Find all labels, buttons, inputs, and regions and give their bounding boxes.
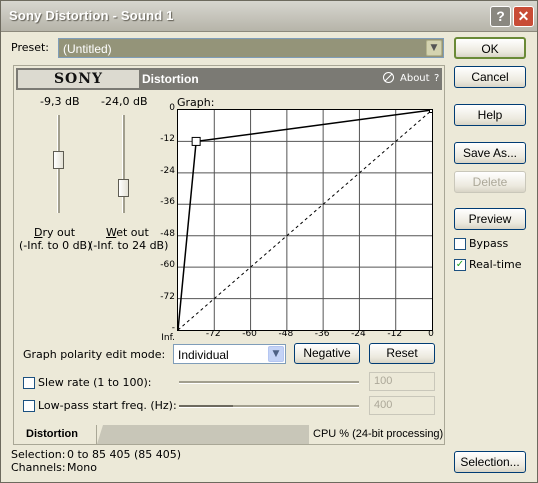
identity-diagonal: [177, 109, 433, 331]
dialog-window: Sony Distortion - Sound 1 ? ✕ Preset: (U…: [0, 0, 538, 483]
lowpass-slider-fill: [179, 405, 233, 407]
lowpass-label: Low-pass start freq. (Hz):: [38, 399, 177, 412]
realtime-label: Real-time: [469, 258, 522, 271]
tab-strip-fill: [97, 425, 309, 444]
preset-value: (Untitled): [63, 42, 112, 56]
selection-value: 0 to 85 405 (85 405): [67, 448, 182, 461]
slew-rate-checkbox[interactable]: [23, 377, 35, 389]
polarity-label: Graph polarity edit mode:: [23, 348, 166, 361]
tab-distortion[interactable]: Distortion: [13, 425, 97, 445]
about-link[interactable]: About: [400, 73, 430, 84]
selection-button[interactable]: Selection...: [454, 451, 526, 473]
negative-button[interactable]: Negative: [294, 343, 360, 364]
y-tick-label: -36: [160, 197, 175, 208]
wet-out-label: Wet out: [106, 226, 149, 239]
bypass-label: Bypass: [469, 237, 509, 250]
preset-dropdown[interactable]: (Untitled) ▼: [58, 38, 444, 58]
polarity-combo[interactable]: Individual ▼: [173, 344, 286, 364]
dry-out-range: (-Inf. to 0 dB): [19, 239, 92, 252]
y-tick-label: -72: [160, 291, 175, 302]
dry-out-slider-thumb[interactable]: [53, 151, 64, 169]
wet-out-slider-thumb[interactable]: [118, 179, 129, 197]
sony-logo: SONY: [18, 70, 139, 88]
preview-button[interactable]: Preview: [454, 208, 526, 230]
y-tick-label: -48: [160, 228, 175, 239]
selection-label: Selection:: [11, 448, 66, 461]
title-bar[interactable]: Sony Distortion - Sound 1 ? ✕: [1, 1, 537, 32]
y-tick-label: -60: [160, 260, 175, 271]
wet-out-range: (-Inf. to 24 dB): [89, 239, 169, 252]
realtime-checkbox[interactable]: ✓: [454, 259, 466, 271]
cpu-status: CPU % (24-bit processing): [313, 428, 444, 440]
bypass-fx-icon[interactable]: [383, 72, 394, 83]
channels-label: Channels:: [11, 461, 66, 474]
preset-label: Preset:: [11, 41, 50, 54]
plugin-header: SONY Distortion About ?: [16, 68, 442, 90]
lowpass-checkbox[interactable]: [23, 400, 35, 412]
reset-button[interactable]: Reset: [369, 343, 435, 364]
channels-value: Mono: [67, 461, 97, 474]
dry-out-label: Dry out: [34, 226, 76, 239]
slew-rate-field[interactable]: 100: [369, 372, 435, 391]
bypass-checkbox[interactable]: [454, 238, 466, 250]
help-button[interactable]: Help: [454, 104, 526, 126]
curve-control-point[interactable]: [429, 107, 435, 113]
delete-button[interactable]: Delete: [454, 171, 526, 193]
wet-out-slider[interactable]: [122, 115, 125, 213]
chevron-down-icon[interactable]: ▼: [268, 346, 284, 362]
title-help-button[interactable]: ?: [490, 6, 511, 27]
wet-out-value: -24,0 dB: [101, 95, 148, 108]
y-tick-label: -12: [160, 134, 175, 145]
ok-button[interactable]: OK: [454, 37, 526, 59]
curve-control-point[interactable]: [191, 136, 201, 146]
plugin-help-icon[interactable]: ?: [434, 73, 439, 84]
dry-out-value: -9,3 dB: [40, 95, 80, 108]
polarity-value: Individual: [178, 348, 229, 362]
chevron-down-icon[interactable]: ▼: [426, 40, 442, 56]
close-button[interactable]: ✕: [513, 6, 534, 27]
y-tick-label: -24: [160, 165, 175, 176]
distortion-graph[interactable]: [177, 107, 435, 331]
graph-svg[interactable]: [177, 107, 435, 331]
cancel-button[interactable]: Cancel: [454, 66, 526, 88]
plugin-name: Distortion: [142, 72, 199, 86]
window-title: Sony Distortion - Sound 1: [9, 8, 174, 23]
save-as-button[interactable]: Save As...: [454, 142, 526, 164]
slew-rate-slider[interactable]: [179, 381, 359, 384]
graph-label: Graph:: [177, 96, 215, 109]
slew-rate-label: Slew rate (1 to 100):: [38, 376, 152, 389]
y-tick-label: -Inf.: [161, 323, 175, 343]
lowpass-field[interactable]: 400: [369, 396, 435, 415]
y-tick-label: 0: [169, 103, 175, 113]
tab-strip: Distortion CPU % (24-bit processing): [13, 425, 445, 445]
